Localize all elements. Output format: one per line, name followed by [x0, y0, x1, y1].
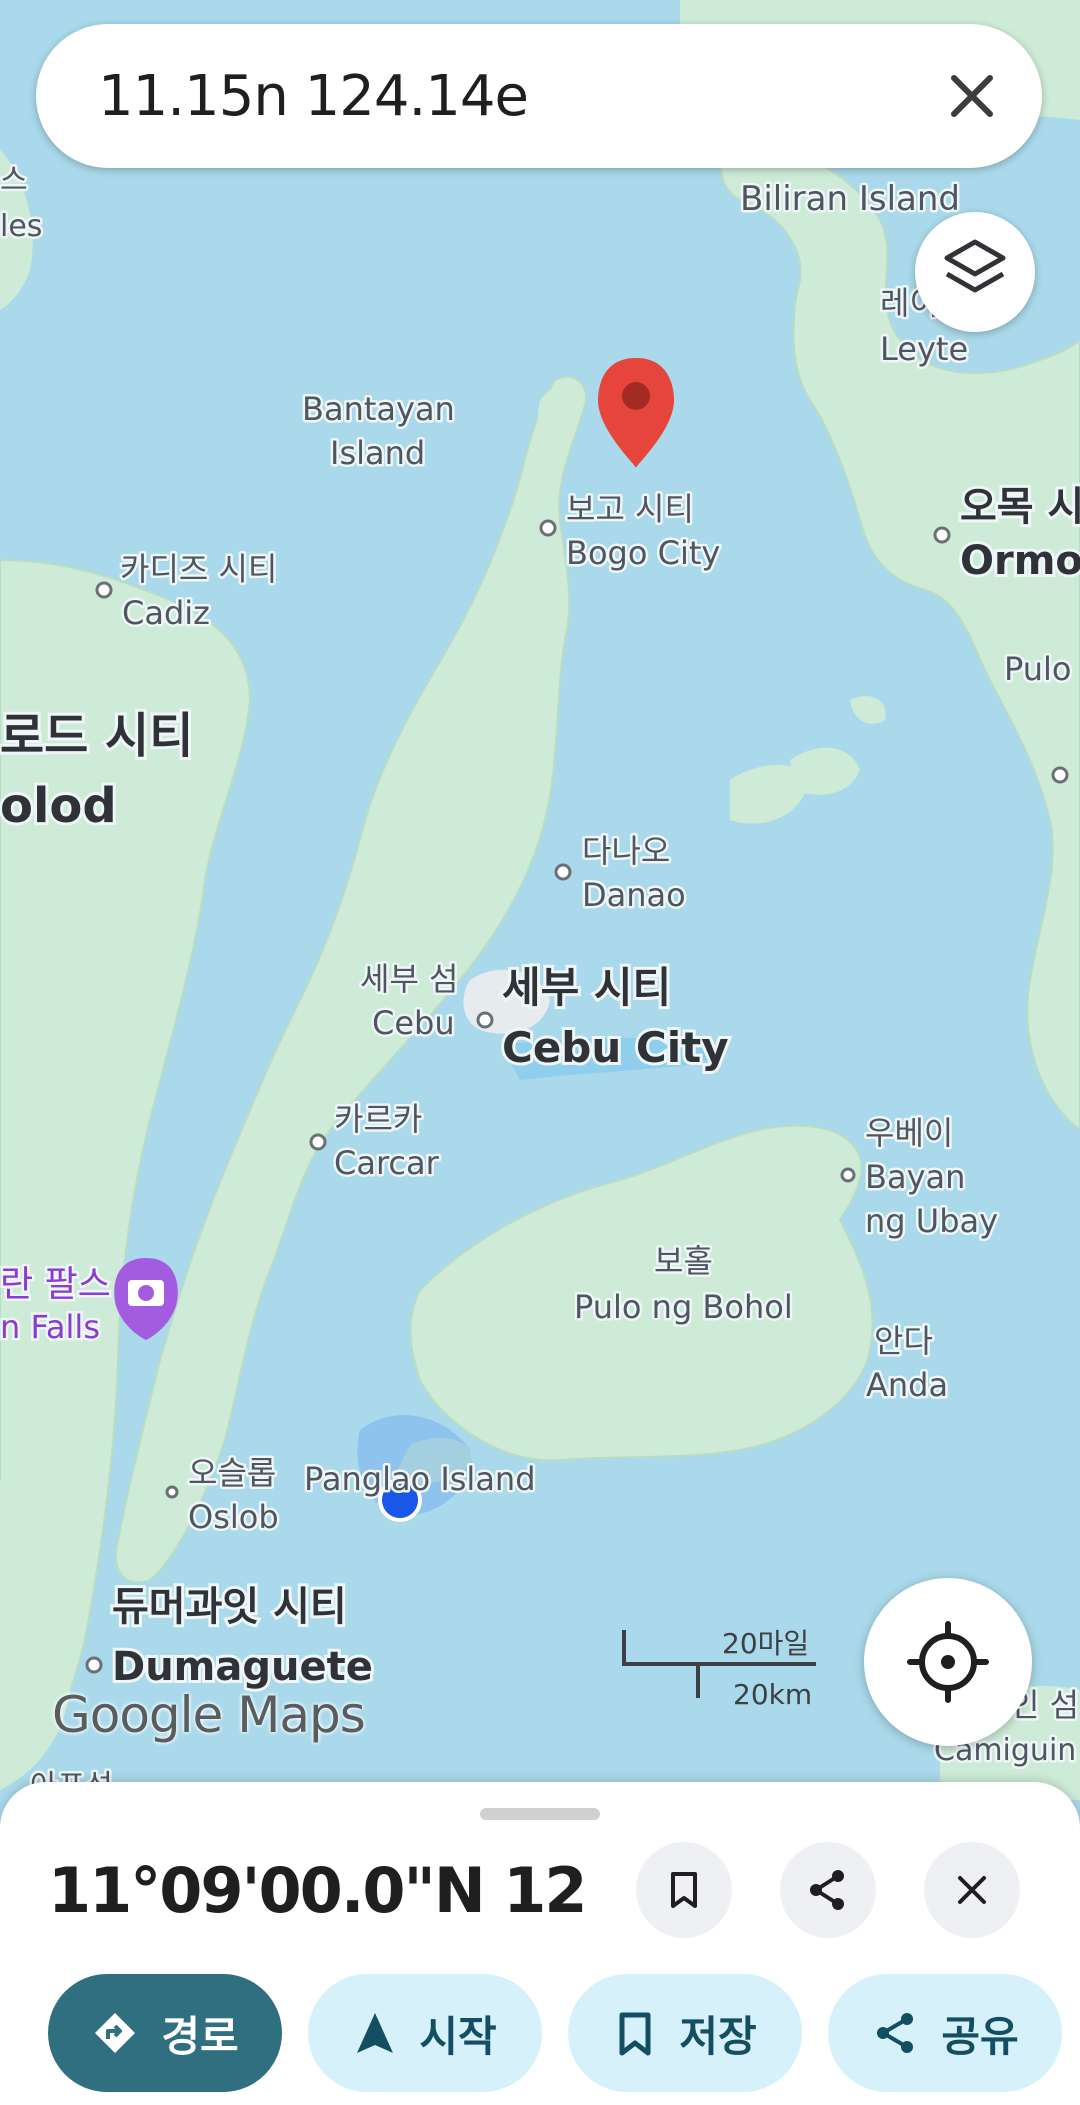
map-label-bacolod-en: olod: [0, 778, 117, 834]
map-label-ubay-en-1: Bayan: [865, 1158, 965, 1196]
map-label-bogo-en: Bogo City: [566, 534, 720, 572]
bookmark-button[interactable]: [636, 1842, 732, 1938]
start-label: 시작: [419, 2011, 497, 2061]
map-label-ubay-ko: 우베이: [865, 1114, 953, 1152]
drag-handle[interactable]: [480, 1808, 600, 1820]
bookmark-icon: [619, 2012, 651, 2056]
scale-miles: 20마일: [722, 1627, 810, 1660]
map-label-top-left-1: 스: [0, 163, 28, 198]
map-label-cebu-island-ko: 세부 섬: [360, 960, 459, 998]
map-label-cebu-city-en: Cebu City: [502, 1023, 729, 1072]
map-label-danao-ko: 다나오: [582, 832, 670, 870]
close-icon: [958, 1876, 986, 1904]
map-label-falls-en: n Falls: [0, 1308, 100, 1346]
my-location-button[interactable]: [864, 1578, 1032, 1746]
scale-km: 20km: [733, 1678, 813, 1711]
map-label-ubay-en-2: ng Ubay: [865, 1202, 998, 1240]
map-label-cebu-island-en: Cebu: [372, 1004, 455, 1042]
map-label-top-left-2: les: [0, 209, 42, 244]
search-query[interactable]: 11.15n 124.14e: [98, 64, 529, 129]
map-label-leyte-en: Leyte: [880, 330, 968, 368]
map-label-bacolod-ko: 로드 시티: [0, 708, 193, 764]
layers-button[interactable]: [915, 212, 1035, 332]
share-icon: [810, 1870, 844, 1910]
map-label-bogo-ko: 보고 시티: [566, 490, 694, 528]
map-label-cebu-city-ko: 세부 시티: [502, 963, 671, 1012]
map-label-dumaguete-ko: 듀머과잇 시티: [112, 1584, 347, 1630]
map-label-ormoc-ko: 오목 시: [960, 484, 1080, 530]
map-label-bohol-ko: 보홀: [654, 1242, 713, 1280]
map-label-bantayan-2: Island: [330, 434, 425, 472]
search-bar[interactable]: 11.15n 124.14e: [36, 24, 1042, 168]
map-label-anda-en: Anda: [866, 1366, 948, 1404]
google-maps-logo: Google Maps: [52, 1686, 366, 1744]
directions-icon: [95, 2013, 136, 2053]
bookmark-icon: [671, 1872, 697, 1908]
map-label-falls-ko: 란 팔스: [0, 1264, 111, 1305]
close-icon[interactable]: [940, 64, 1004, 128]
map-label-carcar-ko: 카르카: [334, 1100, 422, 1138]
share-round-button[interactable]: [780, 1842, 876, 1938]
map-label-anda-ko: 안다: [874, 1322, 933, 1360]
map-label-oslob-en: Oslob: [188, 1498, 279, 1536]
directions-label: 경로: [161, 2011, 239, 2061]
place-title: 11°09'00.0"N 12...: [48, 1854, 588, 1927]
start-button[interactable]: 시작: [308, 1974, 542, 2092]
map-label-cadiz-en: Cadiz: [122, 594, 210, 632]
map-label-pulo-right: Pulo: [1004, 650, 1071, 688]
map-label-oslob-ko: 오슬롭: [188, 1454, 276, 1492]
crosshair-icon: [907, 1621, 989, 1703]
save-label: 저장: [679, 2011, 757, 2061]
map-label-dumaguete-en: Dumaguete: [112, 1644, 373, 1690]
map-label-carcar-en: Carcar: [334, 1144, 440, 1182]
share-label: 공유: [941, 2011, 1019, 2061]
map-label-cadiz-ko: 카디즈 시티: [120, 550, 277, 588]
place-bottom-sheet[interactable]: 11°09'00.0"N 12... 경로 시작 저장: [0, 1782, 1080, 2105]
share-button[interactable]: 공유: [828, 1974, 1062, 2092]
map-label-bantayan-1: Bantayan: [302, 390, 455, 428]
map-label-bohol-en: Pulo ng Bohol: [574, 1288, 793, 1326]
navigation-arrow-icon: [357, 2013, 394, 2053]
share-icon: [877, 2013, 914, 2053]
save-button[interactable]: 저장: [568, 1974, 802, 2092]
close-sheet-button[interactable]: [924, 1842, 1020, 1938]
directions-button[interactable]: 경로: [48, 1974, 282, 2092]
map-label-danao-en: Danao: [582, 876, 686, 914]
map-label-ormoc-en: Ormo: [960, 538, 1080, 584]
map-label-panglao: Panglao Island: [304, 1460, 536, 1498]
layers-icon: [944, 239, 1006, 293]
